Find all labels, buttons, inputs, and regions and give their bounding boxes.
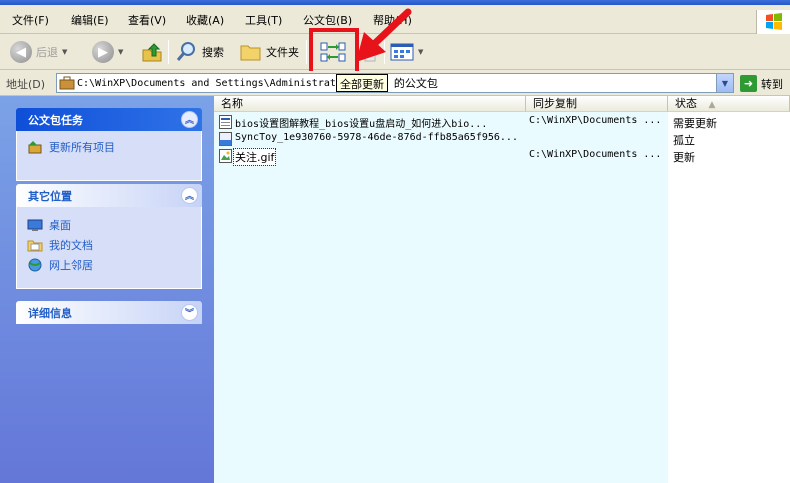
folders-button[interactable]: 文件夹: [240, 38, 299, 66]
folder-icon: [240, 45, 261, 61]
network-icon: [28, 258, 42, 272]
address-label: 地址(D): [6, 78, 46, 91]
details-title: 详细信息: [28, 306, 72, 320]
go-label: 转到: [761, 77, 783, 91]
menu-file[interactable]: 文件(F): [12, 12, 49, 28]
my-documents-icon: [27, 240, 43, 252]
windows-logo-icon: [756, 10, 790, 34]
table-row[interactable]: 关注.gif C:\WinXP\Documents ... 更新: [214, 148, 790, 166]
annotation-arrow: [356, 8, 412, 62]
other-places-title: 其它位置: [28, 189, 72, 203]
menu-edit[interactable]: 编辑(E): [71, 12, 109, 28]
toolbar-separator: [168, 40, 169, 64]
column-header-sync[interactable]: 同步复制: [526, 96, 668, 112]
file-sync: C:\WinXP\Documents ...: [529, 149, 662, 160]
table-row[interactable]: SyncToy_1e930760-5978-46de-876d-ffb85a65…: [214, 131, 790, 148]
toolbar-separator: [306, 40, 307, 64]
webpage-file-icon: [219, 115, 232, 129]
search-icon: [176, 42, 195, 61]
forward-button[interactable]: ▶ ▼: [92, 38, 123, 66]
other-places-body: 桌面 我的文档 网上邻居: [16, 207, 202, 289]
go-button[interactable]: ➜ 转到: [740, 75, 783, 92]
task-pane: 公文包任务 ︽ 更新所有项目 其它位置 ︽ 桌面 我的文档 网上邻居 详细信息 …: [0, 96, 214, 483]
file-status: 更新: [673, 151, 695, 164]
menu-tools[interactable]: 工具(T): [245, 12, 282, 28]
go-arrow-icon: ➜: [740, 75, 757, 92]
menu-favorites[interactable]: 收藏(A): [186, 12, 224, 28]
place-desktop-label: 桌面: [49, 219, 71, 232]
briefcase-tasks-title: 公文包任务: [28, 113, 83, 127]
address-bar: 地址(D) C:\WinXP\Documents and Settings\Ad…: [0, 71, 790, 96]
file-status: 需要更新: [673, 117, 717, 130]
file-name: 关注.gif: [232, 148, 277, 166]
address-value-tail: 的公文包: [393, 77, 438, 90]
place-network-link[interactable]: 网上邻居: [27, 255, 191, 275]
address-value: C:\WinXP\Documents and Settings\Administ…: [77, 77, 336, 89]
chevron-down-icon[interactable]: ▼: [418, 48, 423, 56]
image-file-icon: [219, 149, 232, 163]
other-places-header[interactable]: 其它位置 ︽: [16, 184, 202, 207]
file-list[interactable]: 名称 同步复制 状态 ▲ bios设置图解教程_bios设置u盘启动_如何进入b…: [214, 96, 790, 483]
search-button[interactable]: 搜索: [176, 38, 224, 66]
file-name: bios设置图解教程_bios设置u盘启动_如何进入bio...: [235, 119, 488, 130]
dat-file-icon: [219, 132, 232, 146]
up-folder-icon: [142, 43, 162, 62]
chevron-down-icon[interactable]: ▼: [62, 48, 67, 56]
desktop-icon: [27, 219, 43, 231]
forward-arrow-icon: ▶: [92, 41, 114, 63]
column-status-label: 状态: [675, 97, 697, 110]
tooltip: 全部更新: [336, 74, 388, 92]
table-row[interactable]: bios设置图解教程_bios设置u盘启动_如何进入bio... C:\WinX…: [214, 114, 790, 131]
address-dropdown-icon[interactable]: ▼: [716, 74, 733, 92]
details-header[interactable]: 详细信息 ︾: [16, 301, 202, 324]
briefcase-tasks-header[interactable]: 公文包任务 ︽: [16, 108, 202, 131]
collapse-icon[interactable]: ︽: [181, 111, 198, 128]
briefcase-tasks-body: 更新所有项目: [16, 131, 202, 181]
place-network-label: 网上邻居: [49, 259, 93, 272]
column-name-label: 名称: [221, 97, 243, 110]
address-input[interactable]: C:\WinXP\Documents and Settings\Administ…: [56, 73, 734, 93]
back-button[interactable]: ◀ 后退 ▼: [10, 38, 67, 66]
file-name: SyncToy_1e930760-5978-46de-876d-ffb85a65…: [235, 132, 518, 143]
place-desktop-link[interactable]: 桌面: [27, 215, 191, 235]
up-folder-button[interactable]: [140, 38, 164, 66]
update-all-items-label: 更新所有项目: [49, 141, 115, 154]
briefcase-tasks-panel: 公文包任务 ︽ 更新所有项目: [16, 108, 202, 181]
chevron-down-icon[interactable]: ▼: [118, 48, 123, 56]
back-label: 后退: [36, 46, 58, 59]
place-my-documents-label: 我的文档: [49, 239, 93, 252]
back-arrow-icon: ◀: [10, 41, 32, 63]
other-places-panel: 其它位置 ︽ 桌面 我的文档 网上邻居: [16, 184, 202, 289]
expand-icon[interactable]: ︾: [181, 304, 198, 321]
menu-briefcase[interactable]: 公文包(B): [303, 12, 352, 28]
column-sync-label: 同步复制: [533, 97, 577, 110]
sort-ascending-icon: ▲: [708, 100, 716, 110]
status-column-bg: [668, 112, 790, 483]
file-status: 孤立: [673, 134, 695, 147]
column-header-status[interactable]: 状态 ▲: [668, 96, 790, 112]
file-sync: C:\WinXP\Documents ...: [529, 115, 662, 126]
details-panel: 详细信息 ︾: [16, 301, 202, 324]
menu-view[interactable]: 查看(V): [128, 12, 166, 28]
briefcase-icon: [59, 76, 75, 90]
column-header-name[interactable]: 名称: [214, 96, 526, 112]
place-my-documents-link[interactable]: 我的文档: [27, 235, 191, 255]
update-all-icon: [28, 141, 42, 154]
folders-label: 文件夹: [266, 46, 299, 59]
update-all-items-link[interactable]: 更新所有项目: [27, 137, 191, 157]
search-label: 搜索: [202, 46, 224, 59]
collapse-icon[interactable]: ︽: [181, 187, 198, 204]
